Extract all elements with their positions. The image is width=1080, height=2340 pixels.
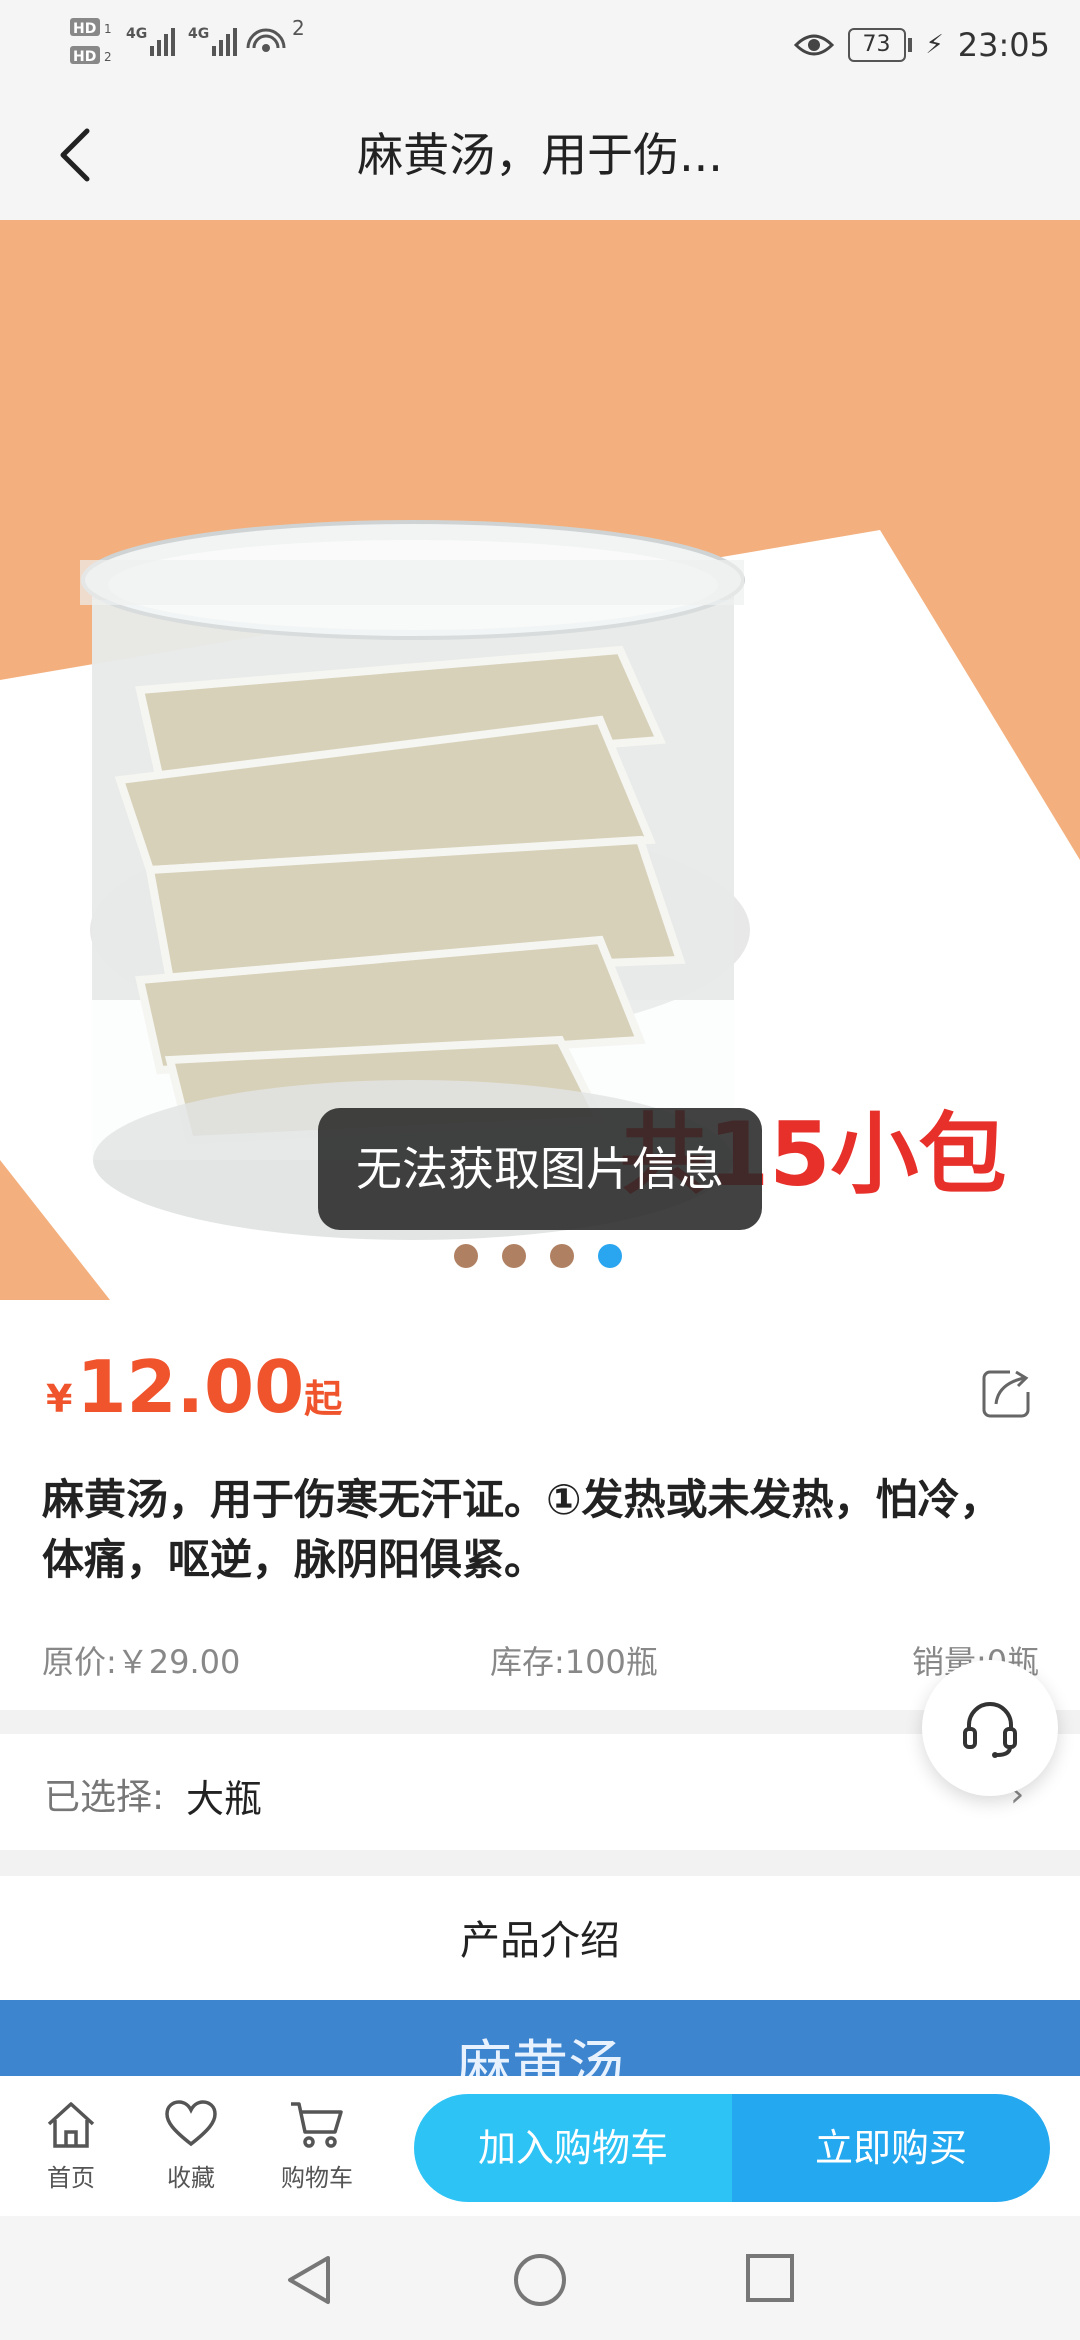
svg-text:HD: HD — [73, 21, 96, 37]
hotspot-count: 2 — [292, 16, 305, 40]
currency-symbol: ¥ — [46, 1377, 73, 1421]
nav-home-label: 首页 — [47, 2164, 95, 2192]
svg-text:1: 1 — [104, 22, 112, 36]
nav-favorites-label: 收藏 — [167, 2164, 215, 2192]
carousel-dot[interactable] — [550, 1244, 574, 1268]
toast-message: 无法获取图片信息 — [318, 1108, 762, 1230]
intro-banner: 麻黄汤 — [0, 2000, 1080, 2076]
price-value: 12.00 — [76, 1345, 305, 1429]
clock: 23:05 — [957, 26, 1050, 64]
section-title: 产品介绍 — [460, 1918, 620, 1964]
system-recents-icon[interactable] — [744, 2252, 796, 2304]
product-intro-section: 产品介绍 — [0, 1876, 1080, 2000]
nav-cart[interactable]: 购物车 — [262, 2098, 372, 2193]
network-indicators: HD 1 HD 2 4G 4G 2 — [70, 16, 330, 76]
svg-text:4G: 4G — [126, 26, 147, 42]
heart-icon — [165, 2100, 217, 2147]
share-button[interactable] — [980, 1364, 1036, 1420]
page-title: 麻黄汤，用于伤... — [357, 128, 723, 182]
selected-value: 大瓶 — [186, 1777, 263, 1821]
banner-text: 麻黄汤 — [456, 2035, 624, 2076]
svg-text:4G: 4G — [188, 26, 209, 42]
back-button[interactable] — [30, 110, 120, 200]
carousel-dot[interactable] — [454, 1244, 478, 1268]
buy-now-button[interactable]: 立即购买 — [732, 2094, 1050, 2202]
svg-text:2: 2 — [104, 50, 112, 64]
price: ¥ 12.00 起 — [46, 1345, 342, 1429]
nav-cart-label: 购物车 — [281, 2164, 353, 2192]
selected-label: 已选择: — [44, 1777, 165, 1818]
headset-icon — [963, 1702, 1017, 1758]
system-home-icon[interactable] — [512, 2252, 568, 2308]
carousel-dot[interactable] — [502, 1244, 526, 1268]
nav-home[interactable]: 首页 — [16, 2098, 126, 2193]
price-suffix: 起 — [304, 1377, 343, 1421]
header: 麻黄汤，用于伤... — [0, 90, 1080, 220]
home-icon — [47, 2102, 95, 2148]
purchase-buttons: 加入购物车 立即购买 — [414, 2094, 1050, 2202]
customer-service-button[interactable] — [922, 1660, 1058, 1796]
status-right: 73 ⚡ 23:05 — [793, 22, 1050, 68]
nav-favorites[interactable]: 收藏 — [136, 2098, 246, 2193]
eye-icon — [793, 34, 834, 56]
product-info: ¥ 12.00 起 麻黄汤，用于伤寒无汗证。①发热或未发热，怕冷，体痛，呕逆，脉… — [0, 1300, 1080, 1710]
cart-icon — [291, 2102, 343, 2148]
share-icon — [982, 1366, 1036, 1418]
add-to-cart-button[interactable]: 加入购物车 — [414, 2094, 732, 2202]
bottom-action-bar: 首页 收藏 购物车 加入购物车 立即购买 — [0, 2076, 1080, 2216]
status-bar: HD 1 HD 2 4G 4G 2 73 ⚡ 23:05 — [0, 0, 1080, 90]
svg-text:HD: HD — [73, 49, 96, 65]
option-selector[interactable]: 已选择: 大瓶 › — [0, 1734, 1080, 1850]
battery-indicator: 73 — [847, 28, 912, 62]
system-back-icon[interactable] — [280, 2252, 340, 2308]
original-price: 原价:￥29.00 — [42, 1643, 241, 1681]
stock: 库存:100瓶 — [490, 1643, 658, 1681]
charging-icon: ⚡ — [925, 30, 944, 60]
system-nav-bar — [0, 2216, 1080, 2340]
carousel-indicator — [454, 1244, 624, 1274]
carousel-dot-active[interactable] — [598, 1244, 622, 1268]
chevron-left-icon — [60, 128, 90, 182]
product-description: 麻黄汤，用于伤寒无汗证。①发热或未发热，怕冷，体痛，呕逆，脉阴阳俱紧。 — [42, 1475, 1002, 1584]
